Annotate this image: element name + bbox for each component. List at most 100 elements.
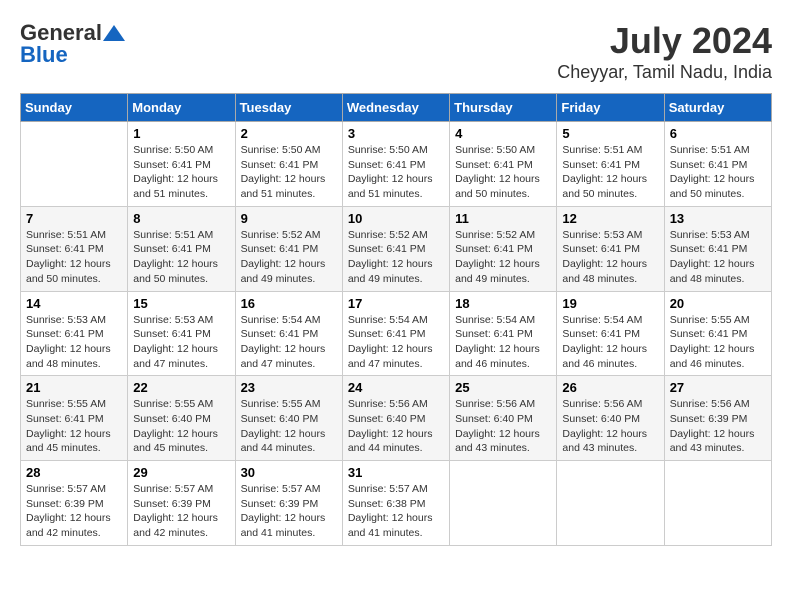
calendar-week-row: 14 Sunrise: 5:53 AM Sunset: 6:41 PM Dayli… xyxy=(21,291,772,376)
day-details: Sunrise: 5:51 AM Sunset: 6:41 PM Dayligh… xyxy=(670,143,766,202)
calendar-cell: 24 Sunrise: 5:56 AM Sunset: 6:40 PM Dayli… xyxy=(342,376,449,461)
calendar-cell xyxy=(664,461,771,546)
day-number: 13 xyxy=(670,211,766,226)
calendar-cell: 22 Sunrise: 5:55 AM Sunset: 6:40 PM Dayli… xyxy=(128,376,235,461)
day-details: Sunrise: 5:53 AM Sunset: 6:41 PM Dayligh… xyxy=(26,313,122,372)
day-number: 10 xyxy=(348,211,444,226)
day-details: Sunrise: 5:51 AM Sunset: 6:41 PM Dayligh… xyxy=(133,228,229,287)
day-details: Sunrise: 5:51 AM Sunset: 6:41 PM Dayligh… xyxy=(562,143,658,202)
day-details: Sunrise: 5:55 AM Sunset: 6:40 PM Dayligh… xyxy=(133,397,229,456)
day-number: 12 xyxy=(562,211,658,226)
column-header-wednesday: Wednesday xyxy=(342,94,449,122)
column-header-tuesday: Tuesday xyxy=(235,94,342,122)
day-number: 11 xyxy=(455,211,551,226)
calendar-cell: 19Sunrise: 5:54 AM Sunset: 6:41 PM Dayli… xyxy=(557,291,664,376)
day-details: Sunrise: 5:57 AM Sunset: 6:39 PM Dayligh… xyxy=(26,482,122,541)
day-number: 16 xyxy=(241,296,337,311)
day-number: 28 xyxy=(26,465,122,480)
logo-blue: Blue xyxy=(20,42,68,68)
day-details: Sunrise: 5:50 AM Sunset: 6:41 PM Dayligh… xyxy=(348,143,444,202)
column-header-saturday: Saturday xyxy=(664,94,771,122)
calendar-cell xyxy=(557,461,664,546)
logo-icon xyxy=(103,25,125,41)
calendar-cell: 27 Sunrise: 5:56 AM Sunset: 6:39 PM Dayli… xyxy=(664,376,771,461)
day-details: Sunrise: 5:57 AM Sunset: 6:39 PM Dayligh… xyxy=(133,482,229,541)
day-number: 24 xyxy=(348,380,444,395)
day-details: Sunrise: 5:55 AM Sunset: 6:41 PM Dayligh… xyxy=(670,313,766,372)
page-header: General Blue July 2024 Cheyyar, Tamil Na… xyxy=(20,20,772,83)
calendar-week-row: 1 Sunrise: 5:50 AM Sunset: 6:41 PM Daylig… xyxy=(21,122,772,207)
day-details: Sunrise: 5:51 AM Sunset: 6:41 PM Dayligh… xyxy=(26,228,122,287)
day-number: 26 xyxy=(562,380,658,395)
calendar-cell: 30 Sunrise: 5:57 AM Sunset: 6:39 PM Dayli… xyxy=(235,461,342,546)
calendar-cell: 13 Sunrise: 5:53 AM Sunset: 6:41 PM Dayli… xyxy=(664,206,771,291)
day-number: 29 xyxy=(133,465,229,480)
day-number: 5 xyxy=(562,126,658,141)
column-header-friday: Friday xyxy=(557,94,664,122)
logo: General Blue xyxy=(20,20,126,68)
calendar-cell: 28 Sunrise: 5:57 AM Sunset: 6:39 PM Dayli… xyxy=(21,461,128,546)
day-details: Sunrise: 5:54 AM Sunset: 6:41 PM Dayligh… xyxy=(241,313,337,372)
day-number: 17 xyxy=(348,296,444,311)
calendar-cell: 9 Sunrise: 5:52 AM Sunset: 6:41 PM Daylig… xyxy=(235,206,342,291)
day-number: 30 xyxy=(241,465,337,480)
calendar-cell: 20 Sunrise: 5:55 AM Sunset: 6:41 PM Dayli… xyxy=(664,291,771,376)
calendar-cell: 15 Sunrise: 5:53 AM Sunset: 6:41 PM Dayli… xyxy=(128,291,235,376)
calendar-cell: 29 Sunrise: 5:57 AM Sunset: 6:39 PM Dayli… xyxy=(128,461,235,546)
column-header-thursday: Thursday xyxy=(450,94,557,122)
calendar-cell: 5 Sunrise: 5:51 AM Sunset: 6:41 PM Daylig… xyxy=(557,122,664,207)
day-number: 22 xyxy=(133,380,229,395)
calendar-cell: 21 Sunrise: 5:55 AM Sunset: 6:41 PM Dayli… xyxy=(21,376,128,461)
calendar-cell xyxy=(450,461,557,546)
day-details: Sunrise: 5:53 AM Sunset: 6:41 PM Dayligh… xyxy=(133,313,229,372)
day-details: Sunrise: 5:55 AM Sunset: 6:41 PM Dayligh… xyxy=(26,397,122,456)
day-number: 15 xyxy=(133,296,229,311)
calendar-cell: 12 Sunrise: 5:53 AM Sunset: 6:41 PM Dayli… xyxy=(557,206,664,291)
day-details: Sunrise: 5:56 AM Sunset: 6:39 PM Dayligh… xyxy=(670,397,766,456)
day-number: 20 xyxy=(670,296,766,311)
day-number: 6 xyxy=(670,126,766,141)
calendar-cell: 25Sunrise: 5:56 AM Sunset: 6:40 PM Dayli… xyxy=(450,376,557,461)
calendar-subtitle: Cheyyar, Tamil Nadu, India xyxy=(557,62,772,83)
day-details: Sunrise: 5:56 AM Sunset: 6:40 PM Dayligh… xyxy=(562,397,658,456)
day-details: Sunrise: 5:53 AM Sunset: 6:41 PM Dayligh… xyxy=(562,228,658,287)
day-number: 9 xyxy=(241,211,337,226)
calendar-cell: 1 Sunrise: 5:50 AM Sunset: 6:41 PM Daylig… xyxy=(128,122,235,207)
day-number: 1 xyxy=(133,126,229,141)
day-number: 27 xyxy=(670,380,766,395)
day-details: Sunrise: 5:54 AM Sunset: 6:41 PM Dayligh… xyxy=(455,313,551,372)
day-details: Sunrise: 5:54 AM Sunset: 6:41 PM Dayligh… xyxy=(562,313,658,372)
day-number: 14 xyxy=(26,296,122,311)
day-details: Sunrise: 5:56 AM Sunset: 6:40 PM Dayligh… xyxy=(348,397,444,456)
day-number: 4 xyxy=(455,126,551,141)
calendar-cell: 7 Sunrise: 5:51 AM Sunset: 6:41 PM Daylig… xyxy=(21,206,128,291)
calendar-cell: 2Sunrise: 5:50 AM Sunset: 6:41 PM Daylig… xyxy=(235,122,342,207)
day-details: Sunrise: 5:57 AM Sunset: 6:38 PM Dayligh… xyxy=(348,482,444,541)
column-header-monday: Monday xyxy=(128,94,235,122)
calendar-cell: 23 Sunrise: 5:55 AM Sunset: 6:40 PM Dayli… xyxy=(235,376,342,461)
day-details: Sunrise: 5:53 AM Sunset: 6:41 PM Dayligh… xyxy=(670,228,766,287)
day-details: Sunrise: 5:50 AM Sunset: 6:41 PM Dayligh… xyxy=(241,143,337,202)
day-number: 23 xyxy=(241,380,337,395)
calendar-cell: 4Sunrise: 5:50 AM Sunset: 6:41 PM Daylig… xyxy=(450,122,557,207)
calendar-week-row: 21 Sunrise: 5:55 AM Sunset: 6:41 PM Dayli… xyxy=(21,376,772,461)
day-number: 7 xyxy=(26,211,122,226)
calendar-cell: 16 Sunrise: 5:54 AM Sunset: 6:41 PM Dayli… xyxy=(235,291,342,376)
calendar-cell: 3Sunrise: 5:50 AM Sunset: 6:41 PM Daylig… xyxy=(342,122,449,207)
day-number: 8 xyxy=(133,211,229,226)
calendar-table: SundayMondayTuesdayWednesdayThursdayFrid… xyxy=(20,93,772,546)
column-header-sunday: Sunday xyxy=(21,94,128,122)
calendar-cell: 26 Sunrise: 5:56 AM Sunset: 6:40 PM Dayli… xyxy=(557,376,664,461)
day-details: Sunrise: 5:57 AM Sunset: 6:39 PM Dayligh… xyxy=(241,482,337,541)
day-details: Sunrise: 5:52 AM Sunset: 6:41 PM Dayligh… xyxy=(241,228,337,287)
calendar-cell xyxy=(21,122,128,207)
calendar-cell: 18 Sunrise: 5:54 AM Sunset: 6:41 PM Dayli… xyxy=(450,291,557,376)
calendar-cell: 31Sunrise: 5:57 AM Sunset: 6:38 PM Dayli… xyxy=(342,461,449,546)
day-details: Sunrise: 5:50 AM Sunset: 6:41 PM Dayligh… xyxy=(133,143,229,202)
day-number: 21 xyxy=(26,380,122,395)
calendar-header-row: SundayMondayTuesdayWednesdayThursdayFrid… xyxy=(21,94,772,122)
day-details: Sunrise: 5:52 AM Sunset: 6:41 PM Dayligh… xyxy=(348,228,444,287)
day-number: 18 xyxy=(455,296,551,311)
day-details: Sunrise: 5:55 AM Sunset: 6:40 PM Dayligh… xyxy=(241,397,337,456)
day-details: Sunrise: 5:56 AM Sunset: 6:40 PM Dayligh… xyxy=(455,397,551,456)
